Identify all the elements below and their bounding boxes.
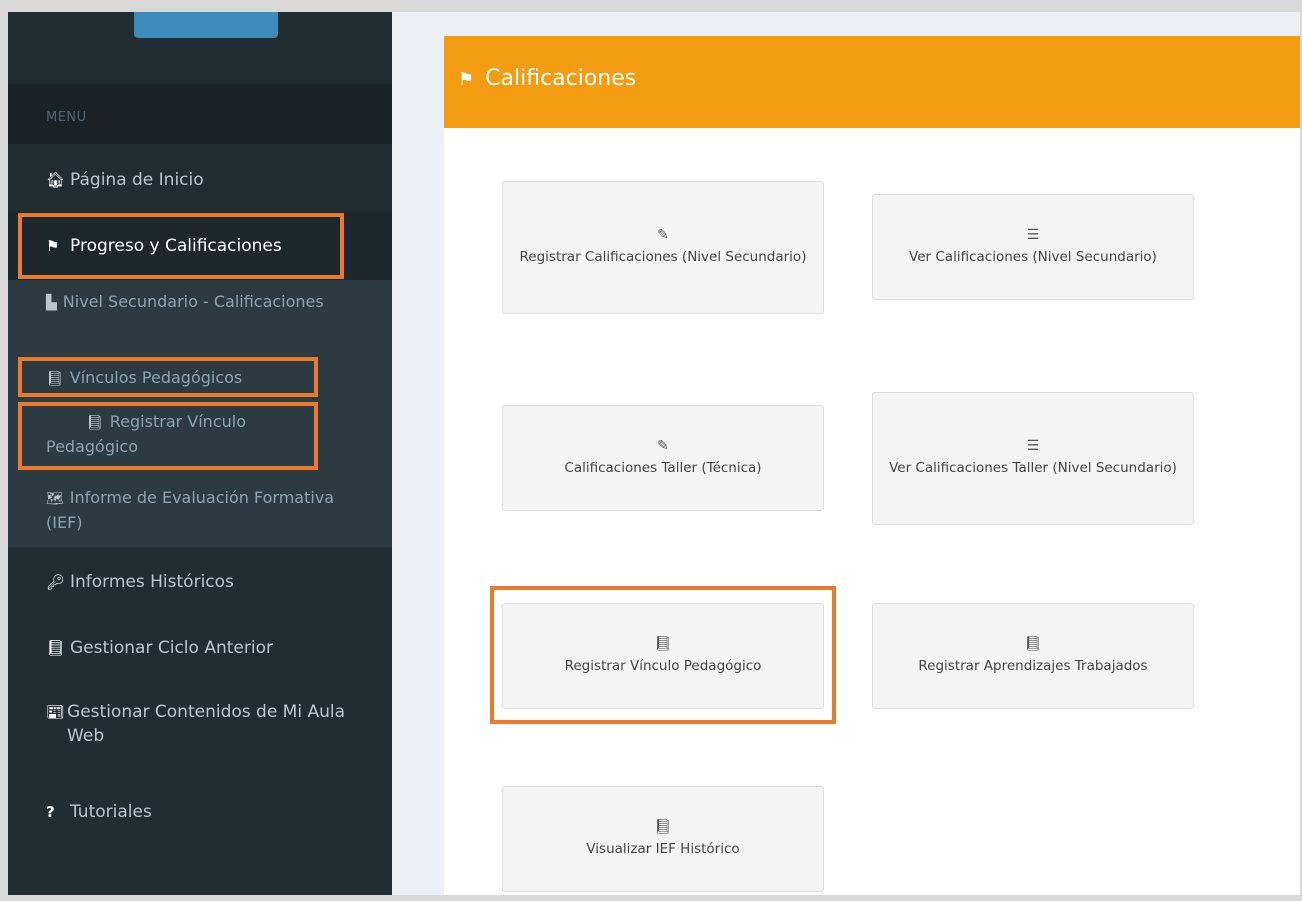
tile-label: Registrar Aprendizajes Trabajados: [918, 657, 1148, 674]
tile-label: Calificaciones Taller (Técnica): [564, 459, 762, 476]
submenu-item-vinculos[interactable]: 📘︎ Vínculos Pedagógicos: [46, 366, 326, 391]
submenu-item-label: Registrar Vínculo Pedagógico: [46, 412, 246, 456]
map-icon: 🗺︎: [46, 491, 64, 507]
sidebar-item-label: Progreso y Calificaciones: [70, 236, 282, 256]
submenu-item-nivel-secundario[interactable]: ▙ Nivel Secundario - Calificaciones: [46, 290, 326, 315]
sidebar-item-informes[interactable]: 🔑︎ Informes Históricos: [8, 570, 392, 594]
tile-ver-calificaciones[interactable]: ☰ Ver Calificaciones (Nivel Secundario): [872, 194, 1194, 300]
sidebar-item-label: Página de Inicio: [70, 170, 204, 190]
submenu-item-ief[interactable]: 🗺︎ Informe de Evaluación Formativa (IEF): [46, 486, 336, 534]
flag-icon: ⚑: [46, 237, 60, 255]
sidebar-item-label: Gestionar Ciclo Anterior: [70, 638, 273, 658]
book-icon: 📘︎: [46, 371, 64, 387]
submenu-item-label: Nivel Secundario - Calificaciones: [62, 292, 324, 311]
sidebar-item-label: Gestionar Contenidos de Mi Aula Web: [67, 702, 346, 746]
calificaciones-panel: ⚑ Calificaciones ✎ Registrar Calificacio…: [444, 36, 1300, 895]
tile-visualizar-ief[interactable]: 📘︎ Visualizar IEF Histórico: [502, 786, 824, 892]
sidebar-item-ciclo-anterior[interactable]: 📘︎ Gestionar Ciclo Anterior: [8, 636, 392, 660]
sidebar-item-label: Tutoriales: [70, 802, 152, 822]
book-icon: 📘︎: [654, 818, 672, 835]
sidebar: MENU 🏠︎ Página de Inicio ⚑ Progreso y Ca…: [8, 12, 392, 895]
tile-registrar-calificaciones[interactable]: ✎ Registrar Calificaciones (Nivel Secund…: [502, 181, 824, 314]
submenu-item-label: Informe de Evaluación Formativa (IEF): [46, 488, 335, 532]
list-icon: ☰: [1026, 438, 1040, 454]
sidebar-submenu: ▙ Nivel Secundario - Calificaciones 📘︎ Vín…: [8, 280, 392, 547]
sidebar-top-button[interactable]: [134, 12, 278, 38]
book-icon: 📘︎: [654, 635, 672, 652]
tile-label: Ver Calificaciones Taller (Nivel Secunda…: [889, 460, 1177, 476]
panel-header: ⚑ Calificaciones: [444, 36, 1300, 128]
edit-icon: ✎: [657, 227, 669, 243]
tile-calificaciones-taller[interactable]: ✎ Calificaciones Taller (Técnica): [502, 405, 824, 511]
tile-registrar-aprendizajes[interactable]: 📘︎ Registrar Aprendizajes Trabajados: [872, 603, 1194, 709]
newspaper-icon: 📰︎: [46, 703, 66, 721]
copy-icon: ▙: [46, 295, 57, 311]
sidebar-item-label: Informes Históricos: [70, 572, 234, 592]
tile-registrar-vinculo[interactable]: 📘︎ Registrar Vínculo Pedagógico: [502, 603, 824, 709]
edit-icon: ✎: [657, 437, 669, 454]
sidebar-item-tutoriales[interactable]: ? Tutoriales: [8, 800, 392, 824]
submenu-item-label: Vínculos Pedagógicos: [69, 368, 243, 387]
page-title: Calificaciones: [485, 66, 637, 91]
main-content: ⚑ Calificaciones ✎ Registrar Calificacio…: [392, 12, 1300, 895]
tile-label: Ver Calificaciones (Nivel Secundario): [909, 248, 1157, 265]
tile-label: Registrar Calificaciones (Nivel Secundar…: [519, 249, 807, 265]
key-icon: 🔑︎: [46, 573, 66, 591]
sidebar-item-inicio[interactable]: 🏠︎ Página de Inicio: [8, 168, 392, 192]
sidebar-item-aula-web[interactable]: 📰︎ Gestionar Contenidos de Mi Aula Web: [8, 700, 348, 748]
book-icon: 📘︎: [86, 415, 104, 431]
flag-icon: ⚑: [458, 69, 475, 90]
app-window: MENU 🏠︎ Página de Inicio ⚑ Progreso y Ca…: [8, 12, 1300, 895]
question-icon: ?: [46, 803, 55, 821]
book-icon: 📘︎: [46, 639, 66, 657]
tile-label: Registrar Vínculo Pedagógico: [564, 657, 762, 674]
tile-label: Visualizar IEF Histórico: [586, 840, 740, 857]
sidebar-item-progreso[interactable]: ⚑ Progreso y Calificaciones: [8, 212, 392, 280]
list-icon: ☰: [1026, 226, 1040, 243]
tile-ver-calificaciones-taller[interactable]: ☰ Ver Calificaciones Taller (Nivel Secun…: [872, 392, 1194, 525]
submenu-item-registrar-vinculo[interactable]: 📘︎ Registrar Vínculo Pedagógico: [46, 410, 306, 458]
menu-header: MENU: [8, 84, 392, 144]
home-icon: 🏠︎: [46, 171, 66, 189]
book-icon: 📘︎: [1024, 635, 1042, 652]
